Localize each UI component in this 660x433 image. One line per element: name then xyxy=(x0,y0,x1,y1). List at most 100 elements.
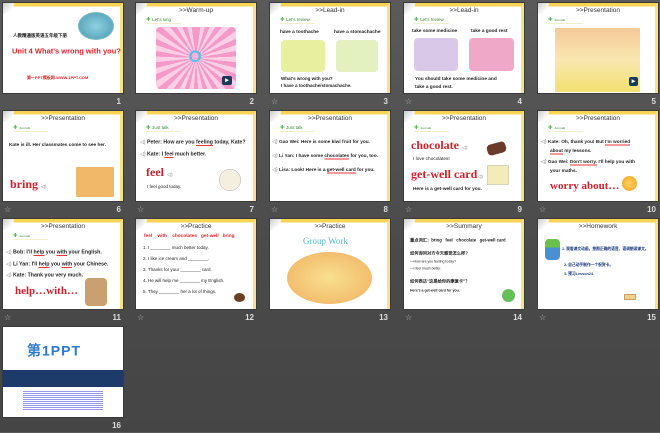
speaker-icon[interactable]: ◁) xyxy=(541,139,547,145)
dialogue-line: ◁) Gao Wei: Don't worry. I'll help you wi… xyxy=(541,159,636,166)
example-sentence: Here is a get-well card for you. xyxy=(413,186,482,192)
slide-thumbnail-16[interactable]: 第1PPT 16 xyxy=(3,327,123,433)
exercise-item: 1. I ________ much better today. xyxy=(143,245,209,250)
summary-line: —How are you feeling today? xyxy=(410,260,456,264)
slide-thumbnail-4[interactable]: >>Lead-in Let's review take some medicin… xyxy=(404,3,524,109)
play-icon[interactable]: ▶ xyxy=(629,77,638,86)
vocab-word: help…with… xyxy=(15,284,78,297)
speaker-icon[interactable]: ◁) xyxy=(6,262,12,268)
section-title: >>Lead-in xyxy=(315,6,345,14)
example-sentence: I love chocolates! xyxy=(413,156,450,162)
section-tag: Just talk xyxy=(146,124,181,132)
homework-item: 2. 自己动手制作一个祝贺卡。 xyxy=(564,262,614,268)
speaker-icon[interactable]: ◁) xyxy=(6,250,12,256)
slide-header: 人教精通版英语五年级下册 xyxy=(13,33,68,38)
mushroom-image xyxy=(502,289,515,302)
sentence: You should take some medicine and xyxy=(415,76,497,82)
section-tag: Just talk xyxy=(13,232,48,240)
vocab-word: bring ◁) xyxy=(10,178,48,192)
exercise-item: 3. Thanks for your ________ card. xyxy=(143,267,212,272)
vocab-word: feel ◁) xyxy=(146,166,173,179)
section-title: >>Presentation xyxy=(307,114,353,122)
info-banner xyxy=(3,370,123,387)
dialogue-line: ◁) Lisa: Look! Here is a get-well card fo… xyxy=(272,167,375,174)
dialogue-line: ◁) Gao Wei: Here is some kiwi fruit for y… xyxy=(272,139,370,145)
section-title: >>Presentation xyxy=(575,6,621,14)
play-icon[interactable]: ▶ xyxy=(222,76,232,85)
speaker-icon[interactable]: ◁) xyxy=(6,273,12,279)
classmates-image xyxy=(76,167,114,197)
slide-thumbnail-5[interactable]: >>Presentation Just talk ▶ 5 xyxy=(538,3,658,109)
slide-number: 1 xyxy=(116,97,121,106)
speaker-icon[interactable]: ◁) xyxy=(167,172,173,178)
phrase: take some medicine xyxy=(412,28,458,34)
slide-thumbnail-8[interactable]: >>Presentation Just talk ◁)Gao Wei: Here… xyxy=(270,111,390,217)
section-title: >>Practice xyxy=(180,222,212,230)
transition-star-icon: ☆ xyxy=(4,205,12,214)
speaker-icon[interactable]: ◁) xyxy=(462,145,468,151)
link-list xyxy=(23,390,103,410)
summary-line: Here's a get-well card for you. xyxy=(410,289,460,293)
homework-item: 3. 预习Lesson24. xyxy=(564,271,595,277)
speaker-icon[interactable]: ◁) xyxy=(541,159,547,165)
children-box-image xyxy=(85,278,107,306)
speaker-icon[interactable]: ◁) xyxy=(140,152,146,158)
speaker-icon[interactable]: ◁) xyxy=(477,174,483,180)
slide-thumbnail-13[interactable]: >>Practice Group Work 13 xyxy=(270,219,390,325)
section-title: >>Warm-up xyxy=(178,6,214,14)
speaker-icon[interactable]: ◁) xyxy=(272,167,278,173)
slide-thumbnail-6[interactable]: >>Presentation Just talk Kate is ill. He… xyxy=(3,111,123,217)
slide-thumbnail-12[interactable]: >>Practice feel with chocolates get-well… xyxy=(136,219,256,325)
slide-number: 5 xyxy=(651,97,656,106)
dialogue-line: about my lessons. xyxy=(550,148,592,155)
slide-thumbnail-11[interactable]: >>Presentation Just talk ◁)Bob: I'll hel… xyxy=(3,219,123,325)
homework-item: 1. 观看课文动画，按照正确的语音、语调朗读课文。 xyxy=(562,246,649,252)
slide-thumbnail-7[interactable]: >>Presentation Just talk ◁)Peter: How ar… xyxy=(136,111,256,217)
slide-thumbnail-3[interactable]: >>Lead-in Let's review have a toothache … xyxy=(270,3,390,109)
slide-number: 14 xyxy=(513,313,522,322)
dialogue-line: ◁) Li Yan: I'll help you with your Chines… xyxy=(6,261,109,268)
summary-line: 如何询问对方今天感觉怎么样? xyxy=(410,250,468,256)
dialogue-line: ◁) Kate: I feel much better. xyxy=(140,151,207,158)
phrase: have a stomachache xyxy=(334,29,381,35)
slide-thumbnail-2[interactable]: >>Warm-up Let's sing O ▶ 2 xyxy=(136,3,256,109)
section-title: >>Lead-in xyxy=(449,6,479,14)
emoji-face-image xyxy=(622,176,637,191)
slide-number: 7 xyxy=(249,205,254,214)
answer: I have a toothache/stomachache. xyxy=(281,83,352,88)
question: What's wrong with you? xyxy=(281,76,333,81)
rest-image xyxy=(469,38,514,71)
logo: 第1PPT xyxy=(27,343,82,359)
slide-thumbnail-10[interactable]: >>Presentation Just talk ◁)Kate: Oh, tha… xyxy=(538,111,658,217)
slide-number: 4 xyxy=(517,97,522,106)
dialogue-line: your maths. xyxy=(550,168,577,174)
section-title: >>Summary xyxy=(446,222,482,230)
slide-thumbnail-15[interactable]: >>Homework 1. 观看课文动画，按照正确的语音、语调朗读课文。 2. … xyxy=(538,219,658,325)
slide-title: Unit 4 What's wrong with you? xyxy=(12,47,121,56)
slide-thumbnail-14[interactable]: >>Summary 重点词汇：bring feel chocolate get-… xyxy=(404,219,524,325)
exercise-item: 5. They ________ her a lot of things. xyxy=(143,289,217,294)
section-title: >>Presentation xyxy=(40,114,86,122)
summary-line: —I feel much better. xyxy=(410,267,442,271)
speaker-icon[interactable]: ◁) xyxy=(272,153,278,159)
dialogue-line: ◁) Li Yan: I have some chocolates for you… xyxy=(272,153,378,160)
sick-boy-image xyxy=(78,12,114,40)
sentence: take a good rest. xyxy=(415,84,453,90)
section-title: >>Homework xyxy=(578,222,618,230)
girl-toothache-image xyxy=(281,40,325,72)
transition-star-icon: ☆ xyxy=(405,313,413,322)
vocab-word: worry about… xyxy=(550,179,620,192)
transition-star-icon: ☆ xyxy=(137,313,145,322)
transition-star-icon: ☆ xyxy=(405,97,413,106)
speaker-icon[interactable]: ◁) xyxy=(41,184,47,190)
slide-thumbnail-1[interactable]: 人教精通版英语五年级下册 Unit 4 What's wrong with yo… xyxy=(3,3,123,109)
speaker-icon[interactable]: ◁) xyxy=(272,139,278,145)
letter: O xyxy=(188,47,202,66)
section-tag: Just talk xyxy=(548,124,583,132)
slide-thumbnail-9[interactable]: >>Presentation Just talk chocolate ◁) I … xyxy=(404,111,524,217)
speaker-icon[interactable]: ◁) xyxy=(140,140,146,146)
dialogue-line: ◁) Kate: Oh, thank you! But I'm worried xyxy=(541,139,631,146)
sentence: Kate is ill. Her classmates come to see … xyxy=(9,142,106,148)
dialogue-line: ◁) Bob: I'll help you with your English. xyxy=(6,249,102,256)
transition-star-icon: ☆ xyxy=(4,313,12,322)
